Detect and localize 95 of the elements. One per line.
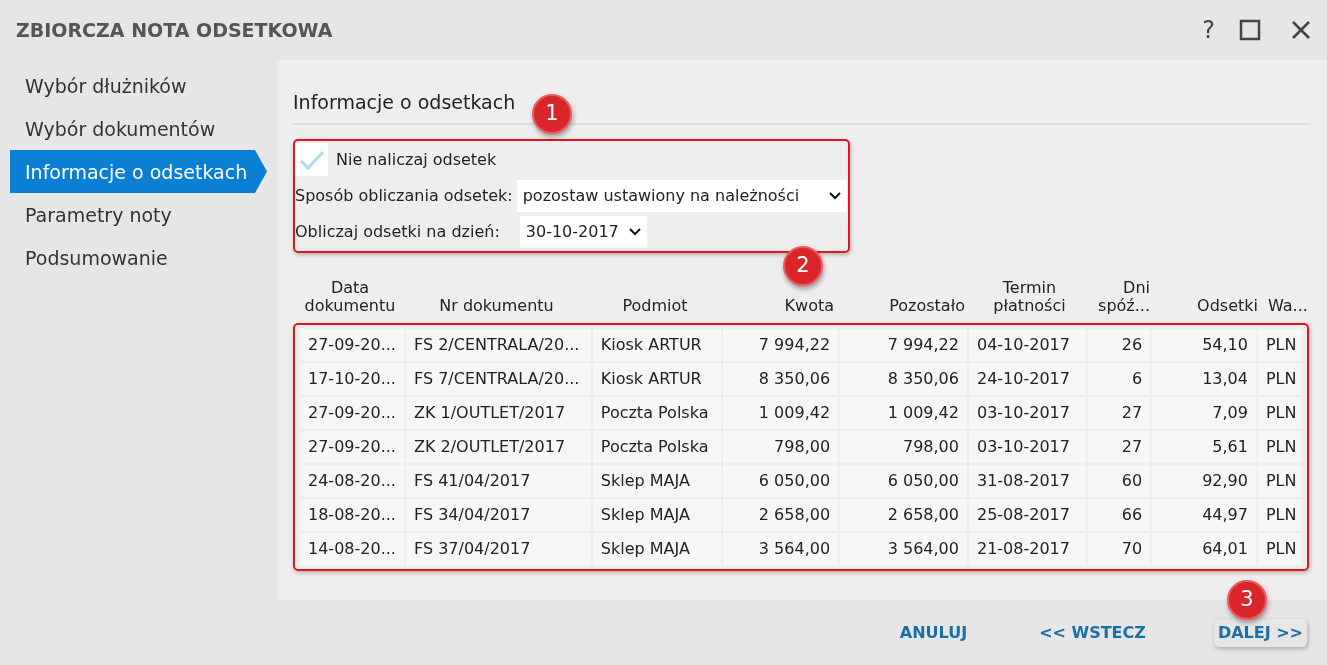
table-cell: PLN bbox=[1257, 532, 1302, 565]
callout-badge: 2 bbox=[783, 246, 823, 286]
help-button[interactable]: ? bbox=[1202, 12, 1215, 48]
column-header[interactable]: Dni spóź... bbox=[1094, 278, 1150, 315]
checkbox-label: Nie naliczaj odsetek bbox=[336, 148, 497, 171]
column-header[interactable]: Pozostało bbox=[889, 296, 965, 315]
table-cell: 31-08-2017 bbox=[968, 464, 1086, 497]
table-cell: ZK 2/OUTLET/2017 bbox=[406, 430, 591, 463]
column-header[interactable]: Wa... bbox=[1268, 296, 1308, 315]
chevron-down-icon bbox=[828, 191, 841, 200]
table-cell: 6 050,00 bbox=[722, 464, 839, 497]
date-dropdown[interactable]: 30-10-2017 bbox=[519, 215, 647, 248]
method-dropdown[interactable]: pozostaw ustawiony na należności bbox=[516, 179, 847, 212]
table-cell: 8 350,06 bbox=[840, 362, 967, 395]
sidebar-item[interactable]: Parametry noty bbox=[10, 193, 255, 236]
table-cell: PLN bbox=[1257, 396, 1302, 429]
table-cell: 03-10-2017 bbox=[968, 396, 1086, 429]
table-cell: 1 009,42 bbox=[840, 396, 967, 429]
table-cell: PLN bbox=[1257, 430, 1302, 463]
table-cell: 1 009,42 bbox=[722, 396, 839, 429]
table-cell: 7 994,22 bbox=[722, 328, 839, 361]
table-cell: 798,00 bbox=[722, 430, 839, 463]
column-header[interactable]: Data dokumentu bbox=[302, 278, 398, 315]
sidebar-item[interactable]: Wybór dłużników bbox=[10, 64, 255, 107]
table-cell: FS 7/CENTRALA/20... bbox=[406, 362, 591, 395]
table-cell: 70 bbox=[1087, 532, 1151, 565]
table-cell: 04-10-2017 bbox=[968, 328, 1086, 361]
table-cell: 24-10-2017 bbox=[968, 362, 1086, 395]
window-title: ZBIORCZA NOTA ODSETKOWA bbox=[16, 17, 333, 43]
table-cell: Sklep MAJA bbox=[592, 498, 721, 531]
sidebar-item[interactable]: Wybór dokumentów bbox=[10, 107, 255, 150]
column-header[interactable]: Kwota bbox=[784, 296, 834, 315]
table-cell: Sklep MAJA bbox=[592, 464, 721, 497]
table-cell: FS 37/04/2017 bbox=[406, 532, 591, 565]
table-cell: 14-08-20... bbox=[300, 532, 404, 565]
table-cell: 2 658,00 bbox=[722, 498, 839, 531]
table-cell: PLN bbox=[1257, 328, 1302, 361]
column-header[interactable]: Nr dokumentu bbox=[439, 296, 554, 315]
table-cell: 18-08-20... bbox=[300, 498, 404, 531]
field-label: Obliczaj odsetki na dzień: bbox=[295, 220, 500, 243]
footer-button[interactable]: ANULUJ bbox=[895, 618, 972, 647]
column-header[interactable]: Odsetki bbox=[1197, 296, 1258, 315]
sidebar-item[interactable]: Podsumowanie bbox=[10, 236, 255, 279]
table-cell: 25-08-2017 bbox=[968, 498, 1086, 531]
table-cell: 13,04 bbox=[1152, 362, 1256, 395]
column-header[interactable]: Termin płatności bbox=[975, 278, 1084, 315]
table-cell: 27 bbox=[1087, 396, 1151, 429]
table-cell: 64,01 bbox=[1152, 532, 1256, 565]
footer-button[interactable]: DALEJ >> bbox=[1213, 618, 1307, 647]
table-cell: Poczta Polska bbox=[592, 430, 721, 463]
table-cell: 798,00 bbox=[840, 430, 967, 463]
table-cell: 8 350,06 bbox=[722, 362, 839, 395]
table-cell: 44,97 bbox=[1152, 498, 1256, 531]
table-cell: FS 2/CENTRALA/20... bbox=[406, 328, 591, 361]
sidebar-item[interactable]: Informacje o odsetkach bbox=[10, 150, 267, 193]
table-cell: 60 bbox=[1087, 464, 1151, 497]
table-cell: 92,90 bbox=[1152, 464, 1256, 497]
table-cell: PLN bbox=[1257, 362, 1302, 395]
table-cell: 3 564,00 bbox=[722, 532, 839, 565]
table-cell: 6 050,00 bbox=[840, 464, 967, 497]
table-cell: 27-09-20... bbox=[300, 328, 404, 361]
table-cell: 54,10 bbox=[1152, 328, 1256, 361]
table-cell: Poczta Polska bbox=[592, 396, 721, 429]
footer-button[interactable]: << WSTECZ bbox=[1035, 618, 1150, 647]
table-cell: 6 bbox=[1087, 362, 1151, 395]
table-cell: 2 658,00 bbox=[840, 498, 967, 531]
table-cell: 24-08-20... bbox=[300, 464, 404, 497]
table-cell: 27 bbox=[1087, 430, 1151, 463]
table-cell: 7,09 bbox=[1152, 396, 1256, 429]
table-cell: FS 34/04/2017 bbox=[406, 498, 591, 531]
close-icon[interactable] bbox=[1291, 20, 1311, 40]
table-cell: PLN bbox=[1257, 464, 1302, 497]
table-cell: FS 41/04/2017 bbox=[406, 464, 591, 497]
field-label: Sposób obliczania odsetek: bbox=[295, 184, 513, 207]
table-cell: 66 bbox=[1087, 498, 1151, 531]
table-cell: ZK 1/OUTLET/2017 bbox=[406, 396, 591, 429]
table-cell: 5,61 bbox=[1152, 430, 1256, 463]
table-cell: 27-09-20... bbox=[300, 396, 404, 429]
callout-badge: 1 bbox=[532, 94, 572, 134]
table-cell: Sklep MAJA bbox=[592, 532, 721, 565]
table-cell: 26 bbox=[1087, 328, 1151, 361]
table-cell: Kiosk ARTUR bbox=[592, 328, 721, 361]
table-cell: PLN bbox=[1257, 498, 1302, 531]
table-cell: 3 564,00 bbox=[840, 532, 967, 565]
table-cell: Kiosk ARTUR bbox=[592, 362, 721, 395]
column-header[interactable]: Podmiot bbox=[622, 296, 688, 315]
maximize-icon[interactable] bbox=[1239, 19, 1261, 41]
table-cell: 21-08-2017 bbox=[968, 532, 1086, 565]
table-cell: 17-10-20... bbox=[300, 362, 404, 395]
callout-badge: 3 bbox=[1227, 580, 1267, 620]
checkbox[interactable] bbox=[295, 143, 328, 176]
table-cell: 27-09-20... bbox=[300, 430, 404, 463]
chevron-down-icon bbox=[628, 227, 641, 236]
table-cell: 03-10-2017 bbox=[968, 430, 1086, 463]
table-cell: 7 994,22 bbox=[840, 328, 967, 361]
